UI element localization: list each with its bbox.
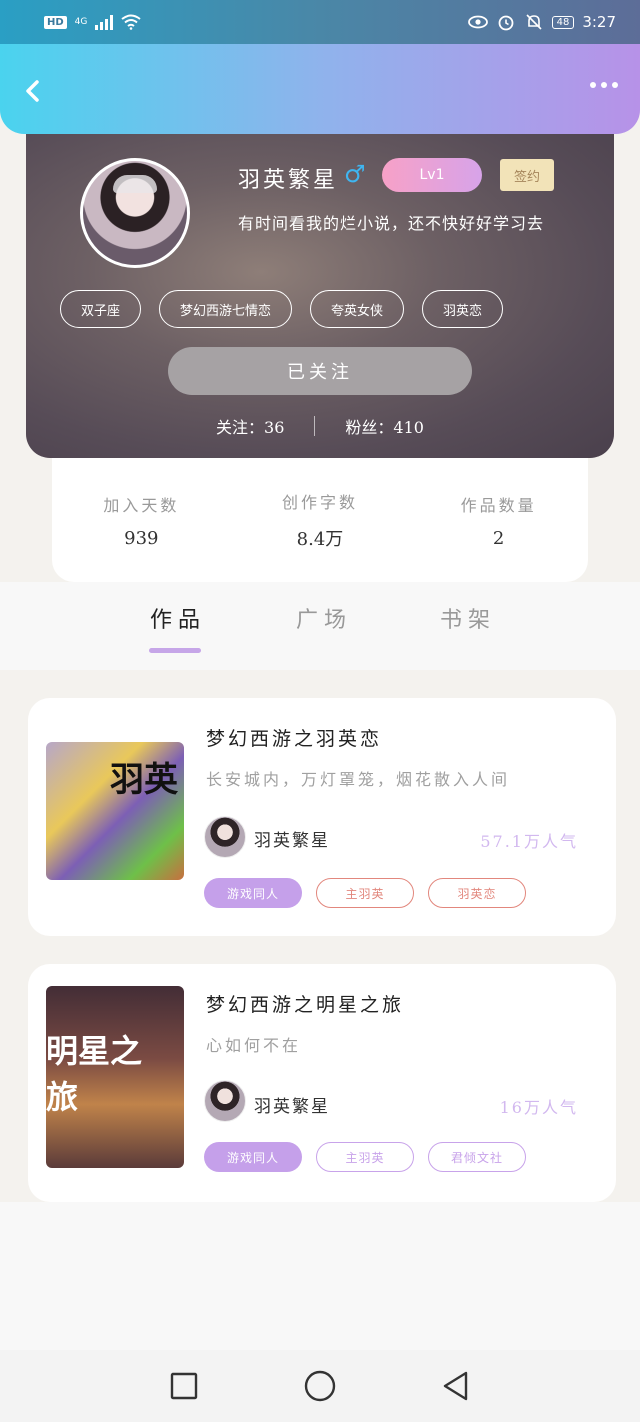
followed-button[interactable]: 已关注 — [168, 347, 472, 395]
wifi-icon — [121, 12, 141, 32]
tab-indicator — [149, 648, 201, 653]
clock-time: 3:27 — [582, 13, 616, 31]
popularity-count: 16万人气 — [499, 1098, 578, 1117]
work-description: 心如何不在 — [206, 1036, 302, 1055]
hd-badge: HD — [44, 15, 67, 29]
signal-icon — [95, 14, 114, 30]
alarm-icon — [496, 12, 516, 32]
work-description: 长安城内，万灯罩笼，烟花散入人间 — [206, 770, 511, 789]
stats-card: 加入天数 939 创作字数 8.4万 作品数量 2 — [52, 458, 588, 582]
stat-label: 作品数量 — [460, 495, 537, 515]
profile-header — [0, 44, 640, 134]
user-bio: 有时间看我的烂小说，还不快好好学习去 — [238, 214, 545, 233]
stat-value: 939 — [124, 527, 159, 549]
author-name[interactable]: 羽英繁星 — [254, 826, 330, 851]
profile-card: 羽英繁星 ♂ Lv1 签约 有时间看我的烂小说，还不快好好学习去 双子座 梦幻西… — [26, 120, 614, 458]
tab-works[interactable]: 作品 — [150, 602, 206, 634]
circle-icon — [304, 1370, 336, 1402]
follow-stats: 关注：36 粉丝：410 — [26, 414, 614, 438]
stat-works-count: 作品数量 2 — [424, 492, 574, 549]
network-type: 4G — [74, 17, 88, 27]
list-end-area — [0, 1202, 640, 1350]
stat-value: 8.4万 — [296, 529, 344, 550]
work-tag[interactable]: 羽英恋 — [428, 878, 526, 908]
work-tags: 游戏同人 主羽英 君倾文社 — [204, 1142, 526, 1172]
work-title[interactable]: 梦幻西游之明星之旅 — [206, 990, 404, 1017]
system-nav-bar — [0, 1350, 640, 1422]
signed-badge: 签约 — [500, 159, 554, 191]
work-card[interactable]: 明星之旅 梦幻西游之明星之旅 心如何不在 羽英繁星 16万人气 游戏同人 主羽英… — [28, 964, 616, 1202]
stat-value: 2 — [492, 527, 505, 549]
following-count[interactable]: 关注：36 — [216, 414, 284, 438]
author-avatar[interactable] — [204, 816, 246, 858]
tab-bar: 作品 广场 书架 — [0, 582, 640, 670]
home-button[interactable] — [302, 1368, 338, 1404]
mute-icon — [524, 12, 544, 32]
followers-count[interactable]: 粉丝：410 — [345, 414, 424, 438]
avatar[interactable] — [80, 158, 190, 268]
work-tag[interactable]: 主羽英 — [316, 1142, 414, 1172]
stat-join-days: 加入天数 939 — [66, 492, 216, 549]
divider — [314, 416, 316, 436]
author-name[interactable]: 羽英繁星 — [254, 1092, 330, 1117]
level-badge: Lv1 — [382, 158, 482, 192]
triangle-back-icon — [443, 1371, 468, 1401]
profile-tag[interactable]: 夸英女侠 — [310, 290, 405, 328]
more-button[interactable] — [590, 82, 618, 88]
tab-bookshelf[interactable]: 书架 — [440, 602, 496, 634]
book-cover[interactable]: 羽英 — [46, 742, 184, 880]
status-bar: HD 4G 48 3:27 — [0, 0, 640, 44]
battery-icon: 48 — [551, 15, 575, 29]
profile-tags: 双子座 梦幻西游七情恋 夸英女侠 羽英恋 — [60, 290, 504, 328]
author-avatar[interactable] — [204, 1080, 246, 1122]
eye-icon — [467, 12, 488, 32]
profile-tag[interactable]: 双子座 — [60, 290, 142, 328]
back-nav-button[interactable] — [438, 1368, 474, 1404]
chevron-left-icon — [26, 80, 39, 102]
user-name: 羽英繁星 — [238, 168, 339, 193]
book-cover[interactable]: 明星之旅 — [46, 986, 184, 1168]
work-card[interactable]: 羽英 梦幻西游之羽英恋 长安城内，万灯罩笼，烟花散入人间 羽英繁星 57.1万人… — [28, 698, 616, 936]
work-tag[interactable]: 君倾文社 — [428, 1142, 526, 1172]
work-tag[interactable]: 游戏同人 — [204, 1142, 302, 1172]
tab-square[interactable]: 广场 — [296, 602, 352, 634]
work-title[interactable]: 梦幻西游之羽英恋 — [206, 724, 382, 751]
male-gender-icon: ♂ — [344, 160, 366, 188]
more-dots-icon — [590, 82, 596, 88]
work-tags: 游戏同人 主羽英 羽英恋 — [204, 878, 526, 908]
recent-apps-button[interactable] — [166, 1368, 202, 1404]
stat-label: 创作字数 — [281, 493, 358, 512]
popularity-count: 57.1万人气 — [480, 832, 578, 851]
back-button[interactable] — [18, 76, 48, 106]
stat-label: 加入天数 — [103, 495, 180, 515]
stat-word-count: 创作字数 8.4万 — [245, 489, 395, 551]
cover-title: 羽英 — [110, 760, 178, 800]
cover-title: 明星之旅 — [46, 1032, 143, 1116]
work-tag[interactable]: 游戏同人 — [204, 878, 302, 908]
work-tag[interactable]: 主羽英 — [316, 878, 414, 908]
profile-tag[interactable]: 梦幻西游七情恋 — [159, 290, 293, 328]
profile-tag[interactable]: 羽英恋 — [422, 290, 504, 328]
square-icon — [170, 1372, 198, 1400]
